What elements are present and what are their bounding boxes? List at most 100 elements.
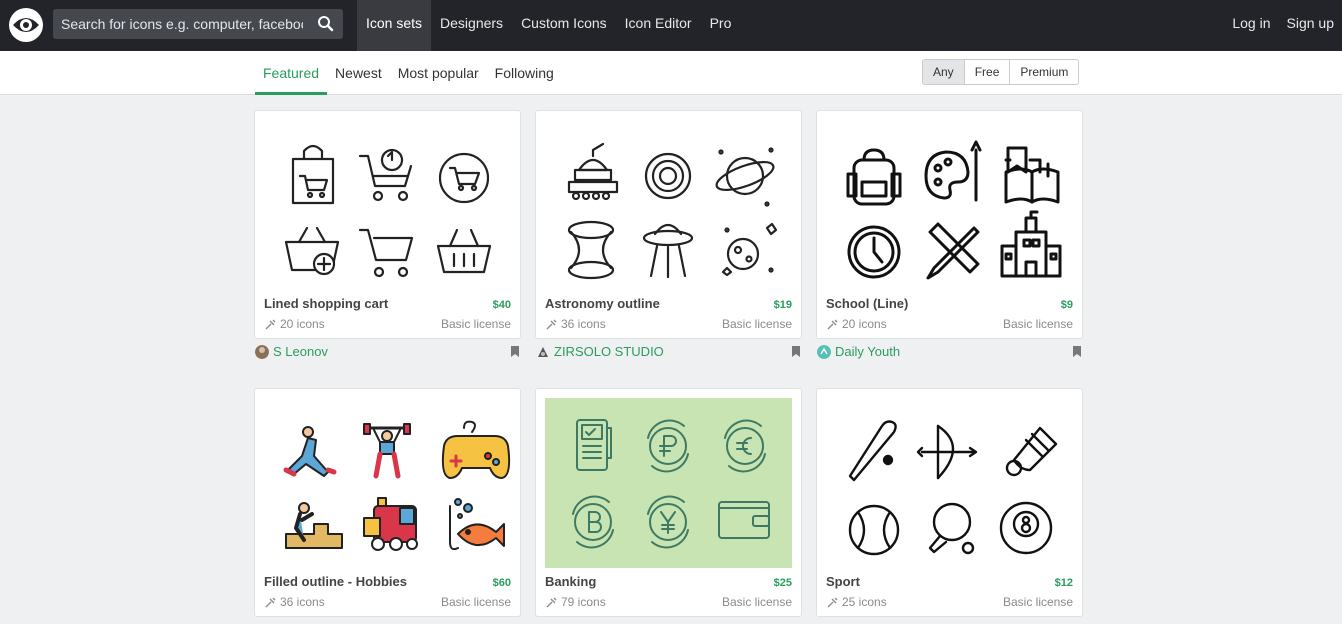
shopping-bag-icon bbox=[293, 146, 333, 203]
iconset-preview[interactable] bbox=[545, 120, 792, 290]
author-name[interactable]: S Leonov bbox=[273, 344, 328, 359]
tab-most-popular[interactable]: Most popular bbox=[390, 51, 487, 95]
iconset-preview[interactable] bbox=[264, 120, 511, 290]
backpack-icon bbox=[848, 150, 900, 204]
author-name[interactable]: ZIRSOLO STUDIO bbox=[554, 344, 664, 359]
search-input[interactable] bbox=[53, 9, 303, 39]
palette-icon bbox=[926, 142, 980, 200]
iconset-title[interactable]: Filled outline - Hobbies bbox=[264, 574, 407, 589]
iconset-card[interactable]: Filled outline - Hobbies $60 36 icons Ba… bbox=[254, 388, 521, 617]
cart-cycle-icon bbox=[440, 154, 488, 202]
iconset-title[interactable]: Lined shopping cart bbox=[264, 296, 388, 311]
icons-count-icon bbox=[264, 318, 277, 331]
planet-rings-icon bbox=[646, 154, 690, 198]
iconset-count: 36 icons bbox=[545, 317, 606, 331]
gamepad-icon bbox=[443, 422, 509, 478]
icons-count-icon bbox=[264, 596, 277, 609]
bookmark-icon[interactable] bbox=[511, 346, 519, 357]
icons-count-icon bbox=[826, 596, 839, 609]
iconset-title[interactable]: Astronomy outline bbox=[545, 296, 660, 311]
saturn-icon bbox=[713, 149, 776, 206]
iconset-card[interactable]: Sport $12 25 icons Basic license bbox=[816, 388, 1083, 617]
climbing-icon bbox=[286, 503, 342, 548]
author-row: ZIRSOLO STUDIO bbox=[536, 343, 803, 361]
euro-exchange-icon bbox=[725, 421, 765, 472]
tab-following[interactable]: Following bbox=[487, 51, 562, 95]
yen-exchange-icon bbox=[648, 497, 688, 548]
author-row: Daily Youth bbox=[817, 343, 1084, 361]
cart-icon bbox=[360, 230, 412, 276]
avatar[interactable] bbox=[817, 345, 831, 359]
school-building-icon bbox=[1002, 212, 1060, 276]
tab-newest[interactable]: Newest bbox=[327, 51, 390, 95]
iconset-price: $25 bbox=[774, 577, 792, 589]
tennis-ball-icon bbox=[850, 506, 898, 554]
iconset-card[interactable]: School (Line) $9 20 icons Basic license bbox=[816, 110, 1083, 339]
basket-add-icon bbox=[286, 228, 338, 274]
filter-free-button[interactable]: Free bbox=[964, 60, 1010, 84]
nav-icon-sets[interactable]: Icon sets bbox=[357, 0, 431, 51]
bow-arrow-icon bbox=[918, 426, 976, 478]
filter-any-button[interactable]: Any bbox=[923, 60, 964, 84]
ruble-exchange-icon bbox=[648, 421, 688, 472]
icons-count-icon bbox=[545, 596, 558, 609]
iconset-card[interactable]: Banking $25 79 icons Basic license bbox=[535, 388, 802, 617]
iconset-price: $9 bbox=[1061, 299, 1073, 311]
nav-icon-editor[interactable]: Icon Editor bbox=[616, 0, 701, 51]
rover-icon bbox=[569, 144, 617, 199]
iconset-count-text: 36 icons bbox=[280, 595, 325, 609]
iconset-license: Basic license bbox=[441, 595, 511, 609]
iconset-count: 20 icons bbox=[826, 317, 887, 331]
ufo-icon bbox=[644, 225, 692, 277]
iconset-card[interactable]: Lined shopping cart $40 20 icons Basic l… bbox=[254, 110, 521, 339]
nav-pro[interactable]: Pro bbox=[701, 0, 741, 51]
iconset-card[interactable]: Astronomy outline $19 36 icons Basic lic… bbox=[535, 110, 802, 339]
iconset-count: 25 icons bbox=[826, 595, 887, 609]
search-icon[interactable] bbox=[317, 15, 335, 33]
login-link[interactable]: Log in bbox=[1224, 0, 1278, 51]
iconset-title[interactable]: Sport bbox=[826, 574, 860, 589]
nav-designers[interactable]: Designers bbox=[431, 0, 512, 51]
iconfinder-logo-icon[interactable] bbox=[8, 7, 44, 43]
icons-count-icon bbox=[826, 318, 839, 331]
clock-icon bbox=[849, 227, 899, 277]
bitcoin-exchange-icon bbox=[573, 497, 613, 548]
book-icon bbox=[1006, 148, 1058, 202]
shuttlecock-icon bbox=[1007, 428, 1056, 475]
iconset-count: 20 icons bbox=[264, 317, 325, 331]
iconset-preview[interactable] bbox=[264, 398, 511, 568]
signup-link[interactable]: Sign up bbox=[1279, 0, 1342, 51]
iconset-title[interactable]: School (Line) bbox=[826, 296, 908, 311]
wallet-icon bbox=[719, 502, 769, 538]
yoga-icon bbox=[286, 427, 334, 476]
author-name[interactable]: Daily Youth bbox=[835, 344, 900, 359]
weightlifting-icon bbox=[364, 424, 410, 476]
iconset-license: Basic license bbox=[441, 317, 511, 331]
iconset-title[interactable]: Banking bbox=[545, 574, 596, 589]
bookmark-icon[interactable] bbox=[1073, 346, 1081, 357]
avatar[interactable] bbox=[255, 345, 269, 359]
baseball-bat-icon bbox=[850, 422, 896, 481]
fishing-icon bbox=[450, 499, 504, 549]
auth-links: Log in Sign up bbox=[1224, 0, 1342, 51]
iconset-preview[interactable] bbox=[826, 120, 1073, 290]
iconset-license: Basic license bbox=[722, 317, 792, 331]
iconset-count: 79 icons bbox=[545, 595, 606, 609]
iconset-preview[interactable] bbox=[545, 398, 792, 568]
filter-premium-button[interactable]: Premium bbox=[1009, 60, 1078, 84]
toy-train-icon bbox=[364, 498, 417, 550]
basket-icon bbox=[438, 230, 490, 272]
tab-featured[interactable]: Featured bbox=[255, 51, 327, 95]
ping-pong-icon bbox=[930, 504, 973, 553]
card-terminal-icon bbox=[577, 420, 611, 470]
nav-custom-icons[interactable]: Custom Icons bbox=[512, 0, 616, 51]
wormhole-icon bbox=[569, 222, 613, 278]
avatar[interactable] bbox=[536, 345, 550, 359]
billiard-ball-icon bbox=[1001, 503, 1051, 553]
iconset-preview[interactable] bbox=[826, 398, 1073, 568]
icons-count-icon bbox=[545, 318, 558, 331]
iconset-count-text: 79 icons bbox=[561, 595, 606, 609]
bookmark-icon[interactable] bbox=[792, 346, 800, 357]
pencil-ruler-icon bbox=[928, 224, 978, 278]
iconset-price: $40 bbox=[493, 299, 511, 311]
